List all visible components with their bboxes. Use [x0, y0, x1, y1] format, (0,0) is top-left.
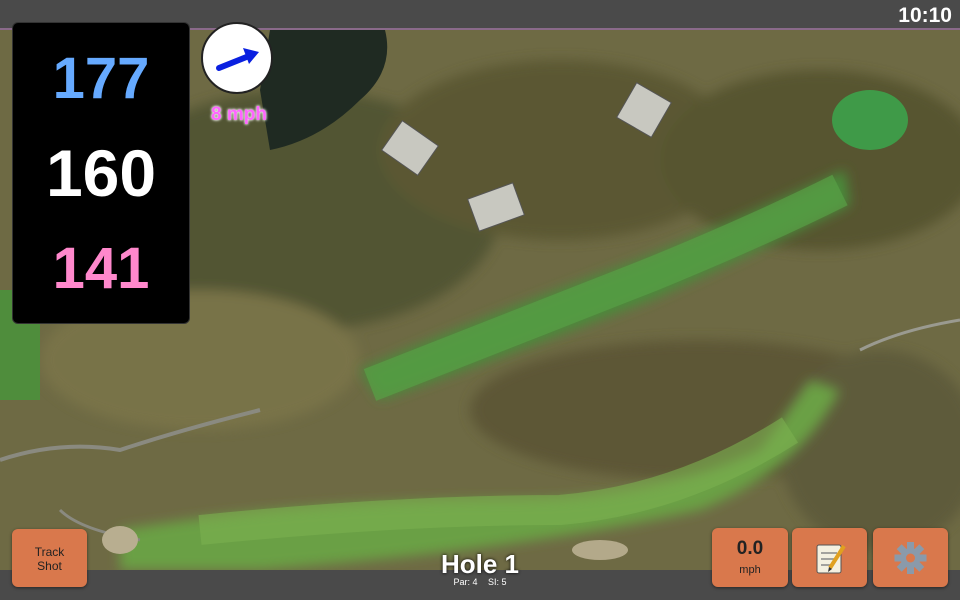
hole-info: Par: 4 SI: 5	[380, 577, 580, 587]
gear-icon	[894, 542, 927, 574]
speed-value: 0.0	[736, 538, 764, 559]
speed-button[interactable]: 0.0 mph	[712, 528, 788, 587]
hole-title: Hole 1	[440, 549, 520, 579]
hole-si: SI: 5	[488, 577, 507, 587]
wind-speed-label: 8 mph	[211, 104, 267, 125]
wind-indicator	[201, 22, 273, 94]
notepad-icon	[816, 544, 846, 574]
middle-yardage: 160	[45, 136, 157, 210]
speed-unit: mph	[739, 564, 761, 576]
back-yardage: 177	[52, 46, 150, 111]
track-shot-button[interactable]: Track Shot	[12, 529, 87, 587]
track-shot-label-line1: Track	[34, 545, 65, 559]
yardage-panel: 177 160 141	[12, 22, 190, 324]
settings-button[interactable]	[873, 528, 948, 587]
wind-arrow-icon	[216, 48, 259, 71]
clock: 10:10	[898, 4, 952, 27]
track-shot-label: Track Shot	[12, 529, 87, 573]
front-yardage: 141	[52, 236, 150, 301]
notes-button[interactable]	[792, 528, 867, 587]
hole-par: Par: 4	[453, 577, 478, 587]
track-shot-label-line2: Shot	[37, 559, 62, 573]
